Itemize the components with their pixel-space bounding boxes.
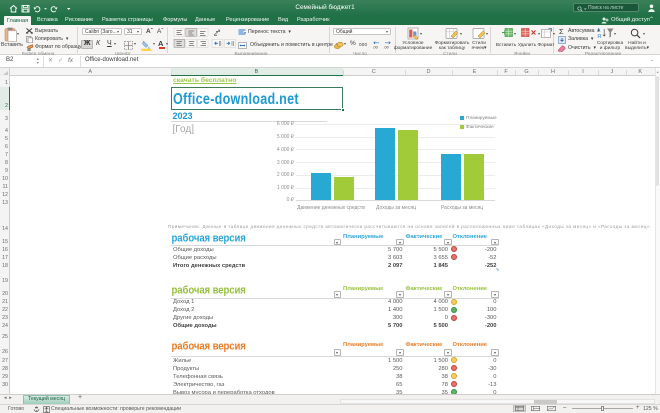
svg-text:.00: .00 bbox=[384, 45, 389, 49]
svg-text:.00: .00 bbox=[373, 45, 378, 49]
svg-text:Я: Я bbox=[597, 34, 601, 39]
